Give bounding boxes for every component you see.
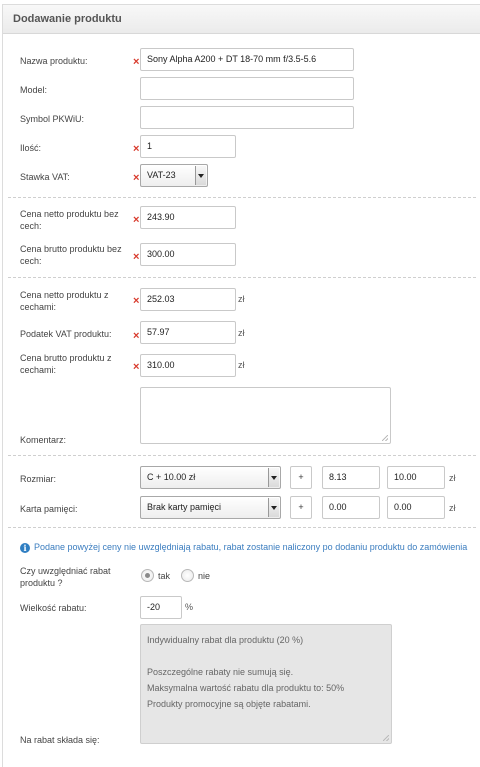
discount-notice-text: Podane powyżej ceny nie uwzględniają rab… [34,542,468,552]
vat-rate-label: Stawka VAT: [20,172,70,182]
currency-unit: zł [238,360,245,370]
discount-amount-label: Wielkość rabatu: [20,603,87,613]
pkwiu-label: Symbol PKWiU: [20,114,85,124]
percent-unit: % [185,602,194,612]
discount-yes-radio[interactable] [141,569,154,582]
feature-label: Karta pamięci: [20,504,78,514]
chevron-down-icon[interactable] [268,498,279,517]
currency-unit: zł [238,328,245,338]
discount-breakdown-label: Na rabat składa się: [20,735,100,745]
resize-grip-icon[interactable] [382,435,388,441]
resize-grip-icon[interactable] [383,735,389,741]
feature-net-input[interactable]: 8.13 [322,466,380,489]
feature-label: Rozmiar: [20,474,57,484]
feature-size-value: C + 10.00 zł [147,472,196,482]
gross-price-features-input[interactable]: 310.00 [140,354,236,377]
discount-no-radio[interactable] [181,569,194,582]
chevron-down-icon[interactable] [195,166,206,185]
vat-amount-label: Podatek VAT produktu: [20,329,112,339]
chevron-down-icon[interactable] [268,468,279,487]
feature-size-select[interactable]: C + 10.00 zł [140,466,281,489]
comment-textarea[interactable] [140,387,391,444]
model-input[interactable] [140,77,354,100]
gross-price-base-label: Cena brutto produktu bez cech: [20,244,122,266]
discount-info-line: Maksymalna wartość rabatu dla produktu t… [147,683,345,693]
discount-no-label[interactable]: nie [198,570,210,582]
required-marker: × [133,295,140,307]
pkwiu-input[interactable] [140,106,354,129]
required-marker: × [133,172,140,184]
product-name-input[interactable]: Sony Alpha A200 + DT 18-70 mm f/3.5-5.6 [140,48,354,71]
divider [8,527,476,528]
divider [8,197,476,198]
vat-rate-value: VAT-23 [147,170,176,180]
required-marker: × [133,330,140,342]
gross-price-base-input[interactable]: 300.00 [140,243,236,266]
discount-question-label: Czy uwzględniać rabat produktu ? [20,566,111,588]
discount-info-box: Indywidualny rabat dla produktu (20 %) P… [140,624,392,744]
required-marker: × [133,143,140,155]
required-marker: × [133,56,140,68]
required-marker: × [133,361,140,373]
net-price-base-input[interactable]: 243.90 [140,206,236,229]
net-price-base-label: Cena netto produktu bez cech: [20,209,119,231]
required-marker: × [133,251,140,263]
required-marker: × [133,214,140,226]
quantity-input[interactable]: 1 [140,135,236,158]
currency-unit: zł [238,294,245,304]
feature-gross-input[interactable]: 10.00 [387,466,445,489]
panel-header: Dodawanie produktu [3,5,480,34]
model-label: Model: [20,85,48,95]
vat-amount-input[interactable]: 57.97 [140,321,236,344]
feature-memory-card-select[interactable]: Brak karty pamięci [140,496,281,519]
discount-info-line: Produkty promocyjne są objęte rabatami. [147,699,311,709]
divider [8,455,476,456]
currency-unit: zł [449,473,456,483]
feature-memory-card-value: Brak karty pamięci [147,502,222,512]
price-sign-button[interactable]: + [290,466,312,489]
panel-title: Dodawanie produktu [13,13,122,25]
net-price-features-label: Cena netto produktu z cechami: [20,290,109,312]
discount-yes-label[interactable]: tak [158,570,170,582]
feature-gross-input[interactable]: 0.00 [387,496,445,519]
divider [8,277,476,278]
currency-unit: zł [449,503,456,513]
info-icon: i [20,543,30,553]
product-name-label: Nazwa produktu: [20,56,88,66]
discount-notice: i Podane powyżej ceny nie uwzględniają ra… [20,541,467,553]
discount-amount-input[interactable]: -20 [140,596,182,619]
vat-rate-select[interactable]: VAT-23 [140,164,208,187]
discount-info-line: Indywidualny rabat dla produktu (20 %) [147,635,304,645]
feature-net-input[interactable]: 0.00 [322,496,380,519]
quantity-label: Ilość: [20,143,42,153]
discount-info-line [147,648,385,664]
price-sign-button[interactable]: + [290,496,312,519]
net-price-features-input[interactable]: 252.03 [140,288,236,311]
discount-info-line: Poszczególne rabaty nie sumują się. [147,667,294,677]
comment-label: Komentarz: [20,435,67,445]
gross-price-features-label: Cena brutto produktu z cechami: [20,353,112,375]
